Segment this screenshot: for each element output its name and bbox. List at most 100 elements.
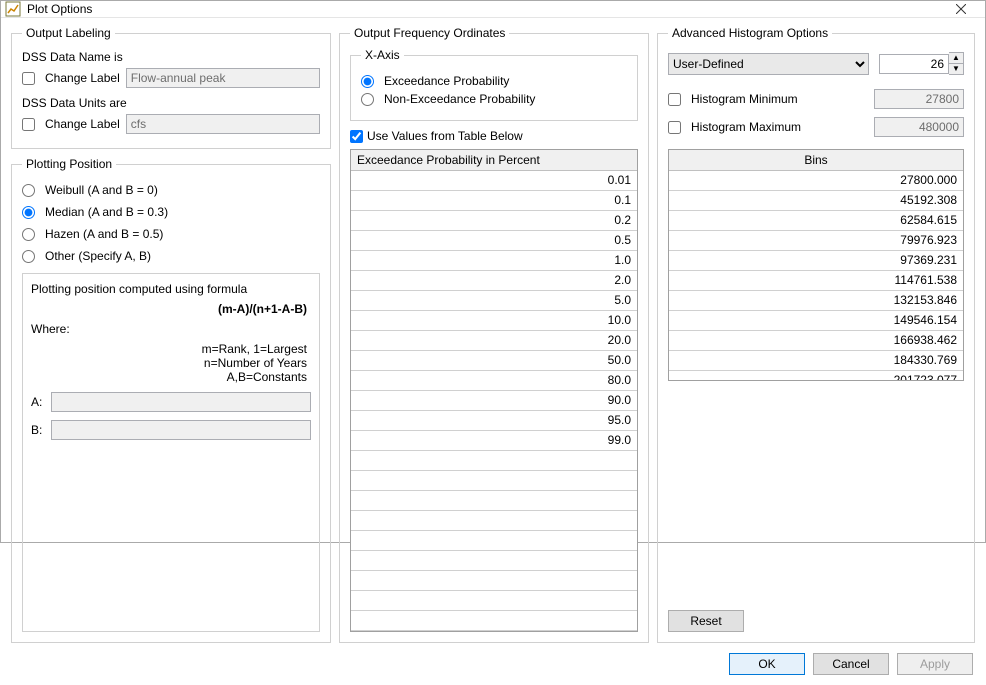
table-row[interactable]: 45192.308 — [669, 191, 963, 211]
table-row[interactable]: 0.5 — [351, 231, 637, 251]
close-icon[interactable] — [941, 1, 981, 17]
table-row[interactable] — [351, 591, 637, 611]
table-row[interactable]: 20.0 — [351, 331, 637, 351]
table-row[interactable] — [351, 531, 637, 551]
table-row[interactable]: 99.0 — [351, 431, 637, 451]
table-row[interactable]: 149546.154 — [669, 311, 963, 331]
bin-count-input[interactable] — [879, 54, 949, 74]
hist-min-input[interactable] — [874, 89, 964, 109]
use-values-checkbox[interactable] — [350, 130, 363, 143]
table-row[interactable]: 2.0 — [351, 271, 637, 291]
b-label: B: — [31, 423, 45, 437]
nonexceedance-label: Non-Exceedance Probability — [384, 92, 535, 106]
change-name-label: Change Label — [45, 71, 120, 85]
ordinates-table[interactable]: Exceedance Probability in Percent 0.010.… — [350, 149, 638, 632]
titlebar: Plot Options — [1, 1, 985, 18]
other-radio[interactable] — [22, 250, 35, 263]
bins-table-header: Bins — [669, 150, 963, 171]
where-line3: A,B=Constants — [31, 370, 307, 384]
table-row[interactable]: 27800.000 — [669, 171, 963, 191]
table-row[interactable]: 95.0 — [351, 411, 637, 431]
histogram-legend: Advanced Histogram Options — [668, 26, 832, 40]
dialog-footer: OK Cancel Apply — [1, 647, 985, 685]
spinner-down-icon[interactable]: ▼ — [949, 63, 963, 74]
ok-button[interactable]: OK — [729, 653, 805, 675]
table-row[interactable]: 10.0 — [351, 311, 637, 331]
ordinates-legend: Output Frequency Ordinates — [350, 26, 509, 40]
change-name-checkbox[interactable] — [22, 72, 35, 85]
table-row[interactable] — [351, 551, 637, 571]
weibull-radio[interactable] — [22, 184, 35, 197]
apply-button[interactable]: Apply — [897, 653, 973, 675]
nonexceedance-radio[interactable] — [361, 93, 374, 106]
histogram-mode-select[interactable]: User-Defined — [668, 53, 869, 75]
table-row[interactable]: 80.0 — [351, 371, 637, 391]
formula-box: Plotting position computed using formula… — [22, 273, 320, 632]
xaxis-legend: X-Axis — [361, 48, 404, 62]
median-radio[interactable] — [22, 206, 35, 219]
table-row[interactable]: 0.2 — [351, 211, 637, 231]
table-row[interactable]: 79976.923 — [669, 231, 963, 251]
xaxis-group: X-Axis Exceedance Probability Non-Exceed… — [350, 48, 638, 121]
table-row[interactable]: 50.0 — [351, 351, 637, 371]
where-line1: m=Rank, 1=Largest — [31, 342, 307, 356]
where-label: Where: — [31, 322, 311, 336]
reset-button[interactable]: Reset — [668, 610, 744, 632]
output-labeling-group: Output Labeling DSS Data Name is Change … — [11, 26, 331, 149]
table-row[interactable]: 90.0 — [351, 391, 637, 411]
table-row[interactable]: 201723.077 — [669, 371, 963, 380]
hist-min-checkbox[interactable] — [668, 93, 681, 106]
table-row[interactable] — [351, 611, 637, 631]
table-row[interactable]: 5.0 — [351, 291, 637, 311]
table-row[interactable]: 62584.615 — [669, 211, 963, 231]
bins-table[interactable]: Bins 27800.00045192.30862584.61579976.92… — [668, 149, 964, 381]
data-name-input[interactable] — [126, 68, 320, 88]
window-title: Plot Options — [27, 2, 941, 16]
data-units-are-label: DSS Data Units are — [22, 96, 320, 110]
exceedance-radio[interactable] — [361, 75, 374, 88]
formula-desc: Plotting position computed using formula — [31, 282, 311, 296]
cancel-button[interactable]: Cancel — [813, 653, 889, 675]
table-row[interactable] — [351, 471, 637, 491]
app-icon — [5, 1, 21, 17]
hist-min-label: Histogram Minimum — [691, 92, 868, 106]
table-row[interactable] — [351, 571, 637, 591]
hazen-radio[interactable] — [22, 228, 35, 241]
table-row[interactable] — [351, 511, 637, 531]
a-input[interactable] — [51, 392, 311, 412]
change-units-label: Change Label — [45, 117, 120, 131]
table-row[interactable]: 114761.538 — [669, 271, 963, 291]
formula-text: (m-A)/(n+1-A-B) — [31, 302, 311, 316]
use-values-label: Use Values from Table Below — [367, 129, 523, 143]
data-name-is-label: DSS Data Name is — [22, 50, 320, 64]
other-label: Other (Specify A, B) — [45, 249, 151, 263]
spinner-up-icon[interactable]: ▲ — [949, 53, 963, 63]
table-row[interactable]: 0.01 — [351, 171, 637, 191]
bin-count-stepper[interactable]: ▲▼ — [879, 52, 964, 75]
plot-options-window: Plot Options Output Labeling DSS Data Na… — [0, 0, 986, 543]
table-row[interactable]: 97369.231 — [669, 251, 963, 271]
table-row[interactable]: 132153.846 — [669, 291, 963, 311]
plotting-position-group: Plotting Position Weibull (A and B = 0) … — [11, 157, 331, 643]
table-row[interactable] — [351, 491, 637, 511]
b-input[interactable] — [51, 420, 311, 440]
table-row[interactable]: 166938.462 — [669, 331, 963, 351]
change-units-checkbox[interactable] — [22, 118, 35, 131]
plotting-position-legend: Plotting Position — [22, 157, 116, 171]
histogram-group: Advanced Histogram Options User-Defined … — [657, 26, 975, 643]
table-row[interactable]: 184330.769 — [669, 351, 963, 371]
table-row[interactable]: 1.0 — [351, 251, 637, 271]
exceedance-label: Exceedance Probability — [384, 74, 509, 88]
median-label: Median (A and B = 0.3) — [45, 205, 168, 219]
table-row[interactable]: 0.1 — [351, 191, 637, 211]
data-units-input[interactable] — [126, 114, 320, 134]
a-label: A: — [31, 395, 45, 409]
table-row[interactable] — [351, 451, 637, 471]
hist-max-checkbox[interactable] — [668, 121, 681, 134]
ordinates-table-header: Exceedance Probability in Percent — [351, 150, 637, 171]
hist-max-label: Histogram Maximum — [691, 120, 868, 134]
ordinates-group: Output Frequency Ordinates X-Axis Exceed… — [339, 26, 649, 643]
output-labeling-legend: Output Labeling — [22, 26, 115, 40]
hist-max-input[interactable] — [874, 117, 964, 137]
weibull-label: Weibull (A and B = 0) — [45, 183, 158, 197]
